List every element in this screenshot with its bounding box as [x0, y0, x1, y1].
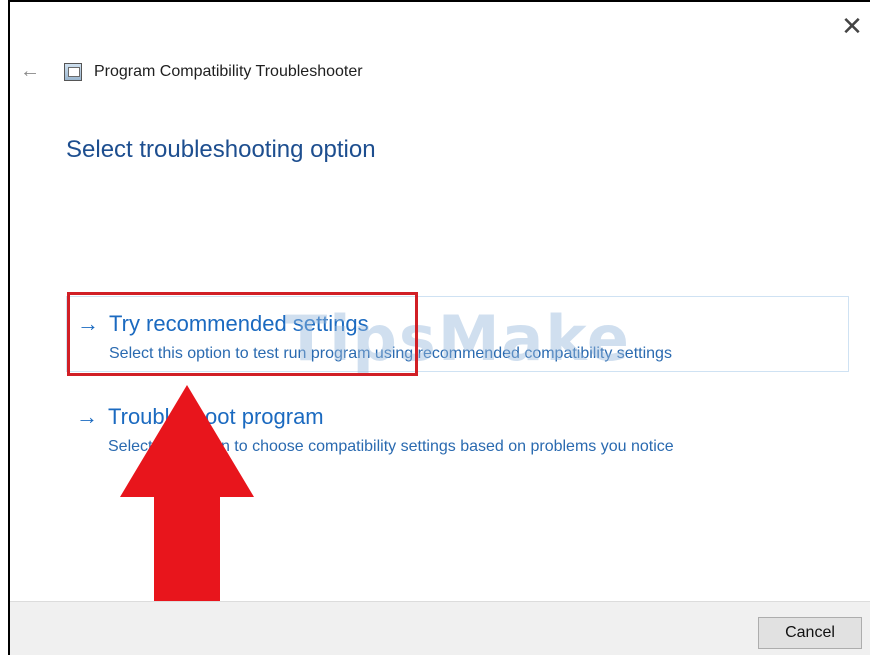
cancel-button[interactable]: Cancel: [758, 617, 862, 649]
troubleshooter-app-icon: [64, 63, 82, 81]
close-icon[interactable]: ✕: [840, 13, 864, 39]
footer-bar: Cancel: [10, 601, 870, 655]
red-up-arrow-icon: [120, 385, 254, 605]
window-title: Program Compatibility Troubleshooter: [94, 63, 363, 80]
highlight-annotation-box: [67, 292, 418, 376]
window-left-border: [8, 0, 10, 655]
page-heading: Select troubleshooting option: [66, 136, 376, 163]
window-top-border: [8, 0, 870, 2]
back-arrow-icon[interactable]: ←: [20, 60, 40, 83]
right-arrow-icon: →: [76, 404, 98, 429]
troubleshooter-window: ✕ ← Program Compatibility Troubleshooter…: [0, 0, 870, 655]
